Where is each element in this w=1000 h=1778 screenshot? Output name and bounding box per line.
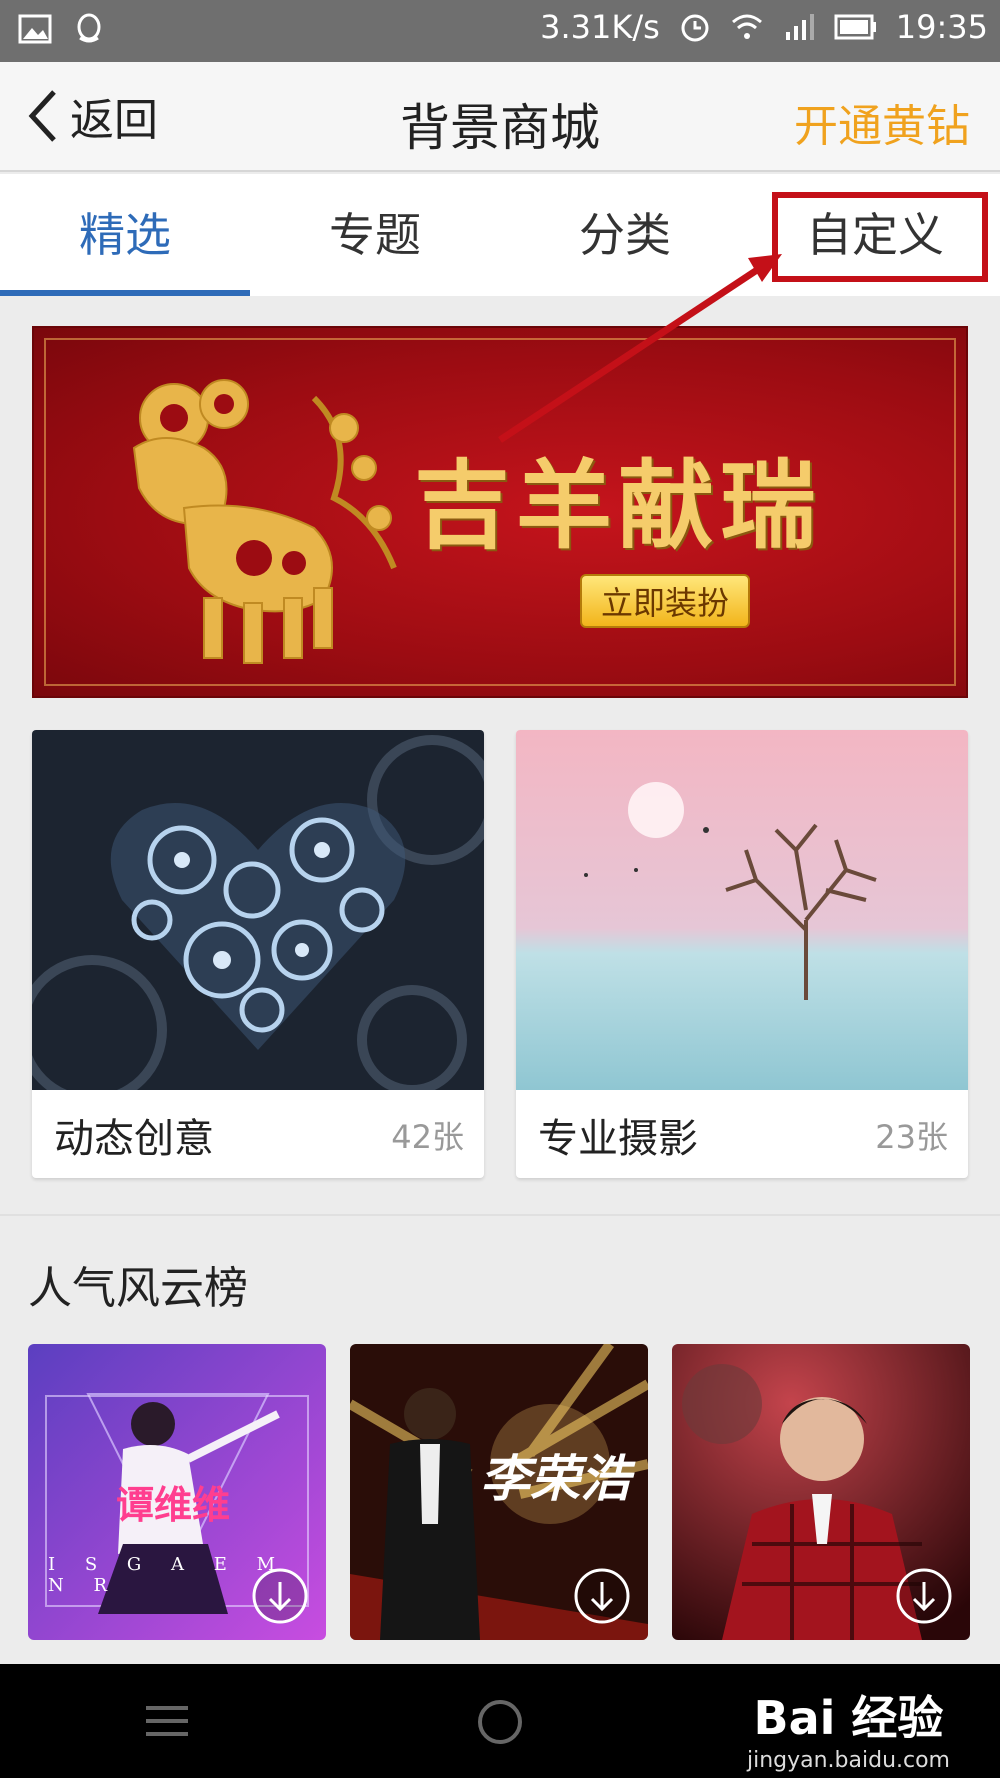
category-count: 42张 <box>391 1118 464 1156</box>
clock: 19:35 <box>895 8 988 46</box>
active-tab-indicator <box>0 290 250 296</box>
rank-item[interactable]: 谭维维 I S G A E M N R <box>28 1344 326 1640</box>
baidu-jingyan-watermark: Bai 经验 jingyan.baidu.com <box>747 1682 950 1773</box>
annotation-highlight-box <box>772 192 988 282</box>
app-header: 返回 背景商城 开通黄钻 <box>0 62 1000 172</box>
paper-cut-goat-image <box>132 379 397 664</box>
qq-icon <box>77 13 101 43</box>
open-yellow-diamond-button[interactable]: 开通黄钻 <box>794 90 970 154</box>
rank-item[interactable]: 李荣浩 <box>350 1344 648 1640</box>
singer-name-overlay: 谭维维 <box>116 1482 231 1527</box>
category-count: 23张 <box>875 1118 948 1156</box>
category-name: 专业摄影 <box>538 1116 698 1162</box>
lone-tree-image <box>516 730 968 1090</box>
menu-icon[interactable] <box>146 1704 188 1738</box>
banner-title: 吉羊献瑞 <box>414 449 822 562</box>
watermark-url: jingyan.baidu.com <box>746 1748 950 1773</box>
tab-topics[interactable]: 专题 <box>250 174 500 296</box>
system-nav-bar: Bai 经验 jingyan.baidu.com <box>0 1664 1000 1778</box>
category-card-dynamic[interactable]: 动态创意 42张 <box>32 730 484 1178</box>
dress-up-now-button[interactable]: 立即装扮 <box>580 574 750 628</box>
category-card-photography[interactable]: 专业摄影 23张 <box>516 730 968 1178</box>
signal-icon <box>785 14 814 40</box>
home-icon[interactable] <box>478 1700 522 1744</box>
status-bar: 3.31K/s 19:35 <box>0 0 1000 62</box>
download-icon[interactable] <box>894 1566 954 1626</box>
section-divider <box>0 1214 1000 1216</box>
singer-name-overlay: 李荣浩 <box>480 1449 630 1508</box>
rank-item[interactable] <box>672 1344 970 1640</box>
battery-icon <box>834 14 876 40</box>
popularity-ranking-title: 人气风云榜 <box>28 1263 248 1314</box>
network-speed: 3.31K/s <box>540 8 660 46</box>
wifi-icon <box>731 14 762 39</box>
promo-banner[interactable]: 吉羊献瑞 立即装扮 <box>32 326 968 698</box>
tab-featured[interactable]: 精选 <box>0 174 250 296</box>
alarm-icon <box>681 14 709 42</box>
category-name: 动态创意 <box>54 1116 214 1162</box>
tab-categories[interactable]: 分类 <box>500 174 750 296</box>
watermark-logo: Bai 经验 <box>753 1691 944 1745</box>
download-icon[interactable] <box>572 1566 632 1626</box>
gears-heart-image <box>32 730 484 1090</box>
image-icon <box>18 14 52 44</box>
download-icon[interactable] <box>250 1566 310 1626</box>
